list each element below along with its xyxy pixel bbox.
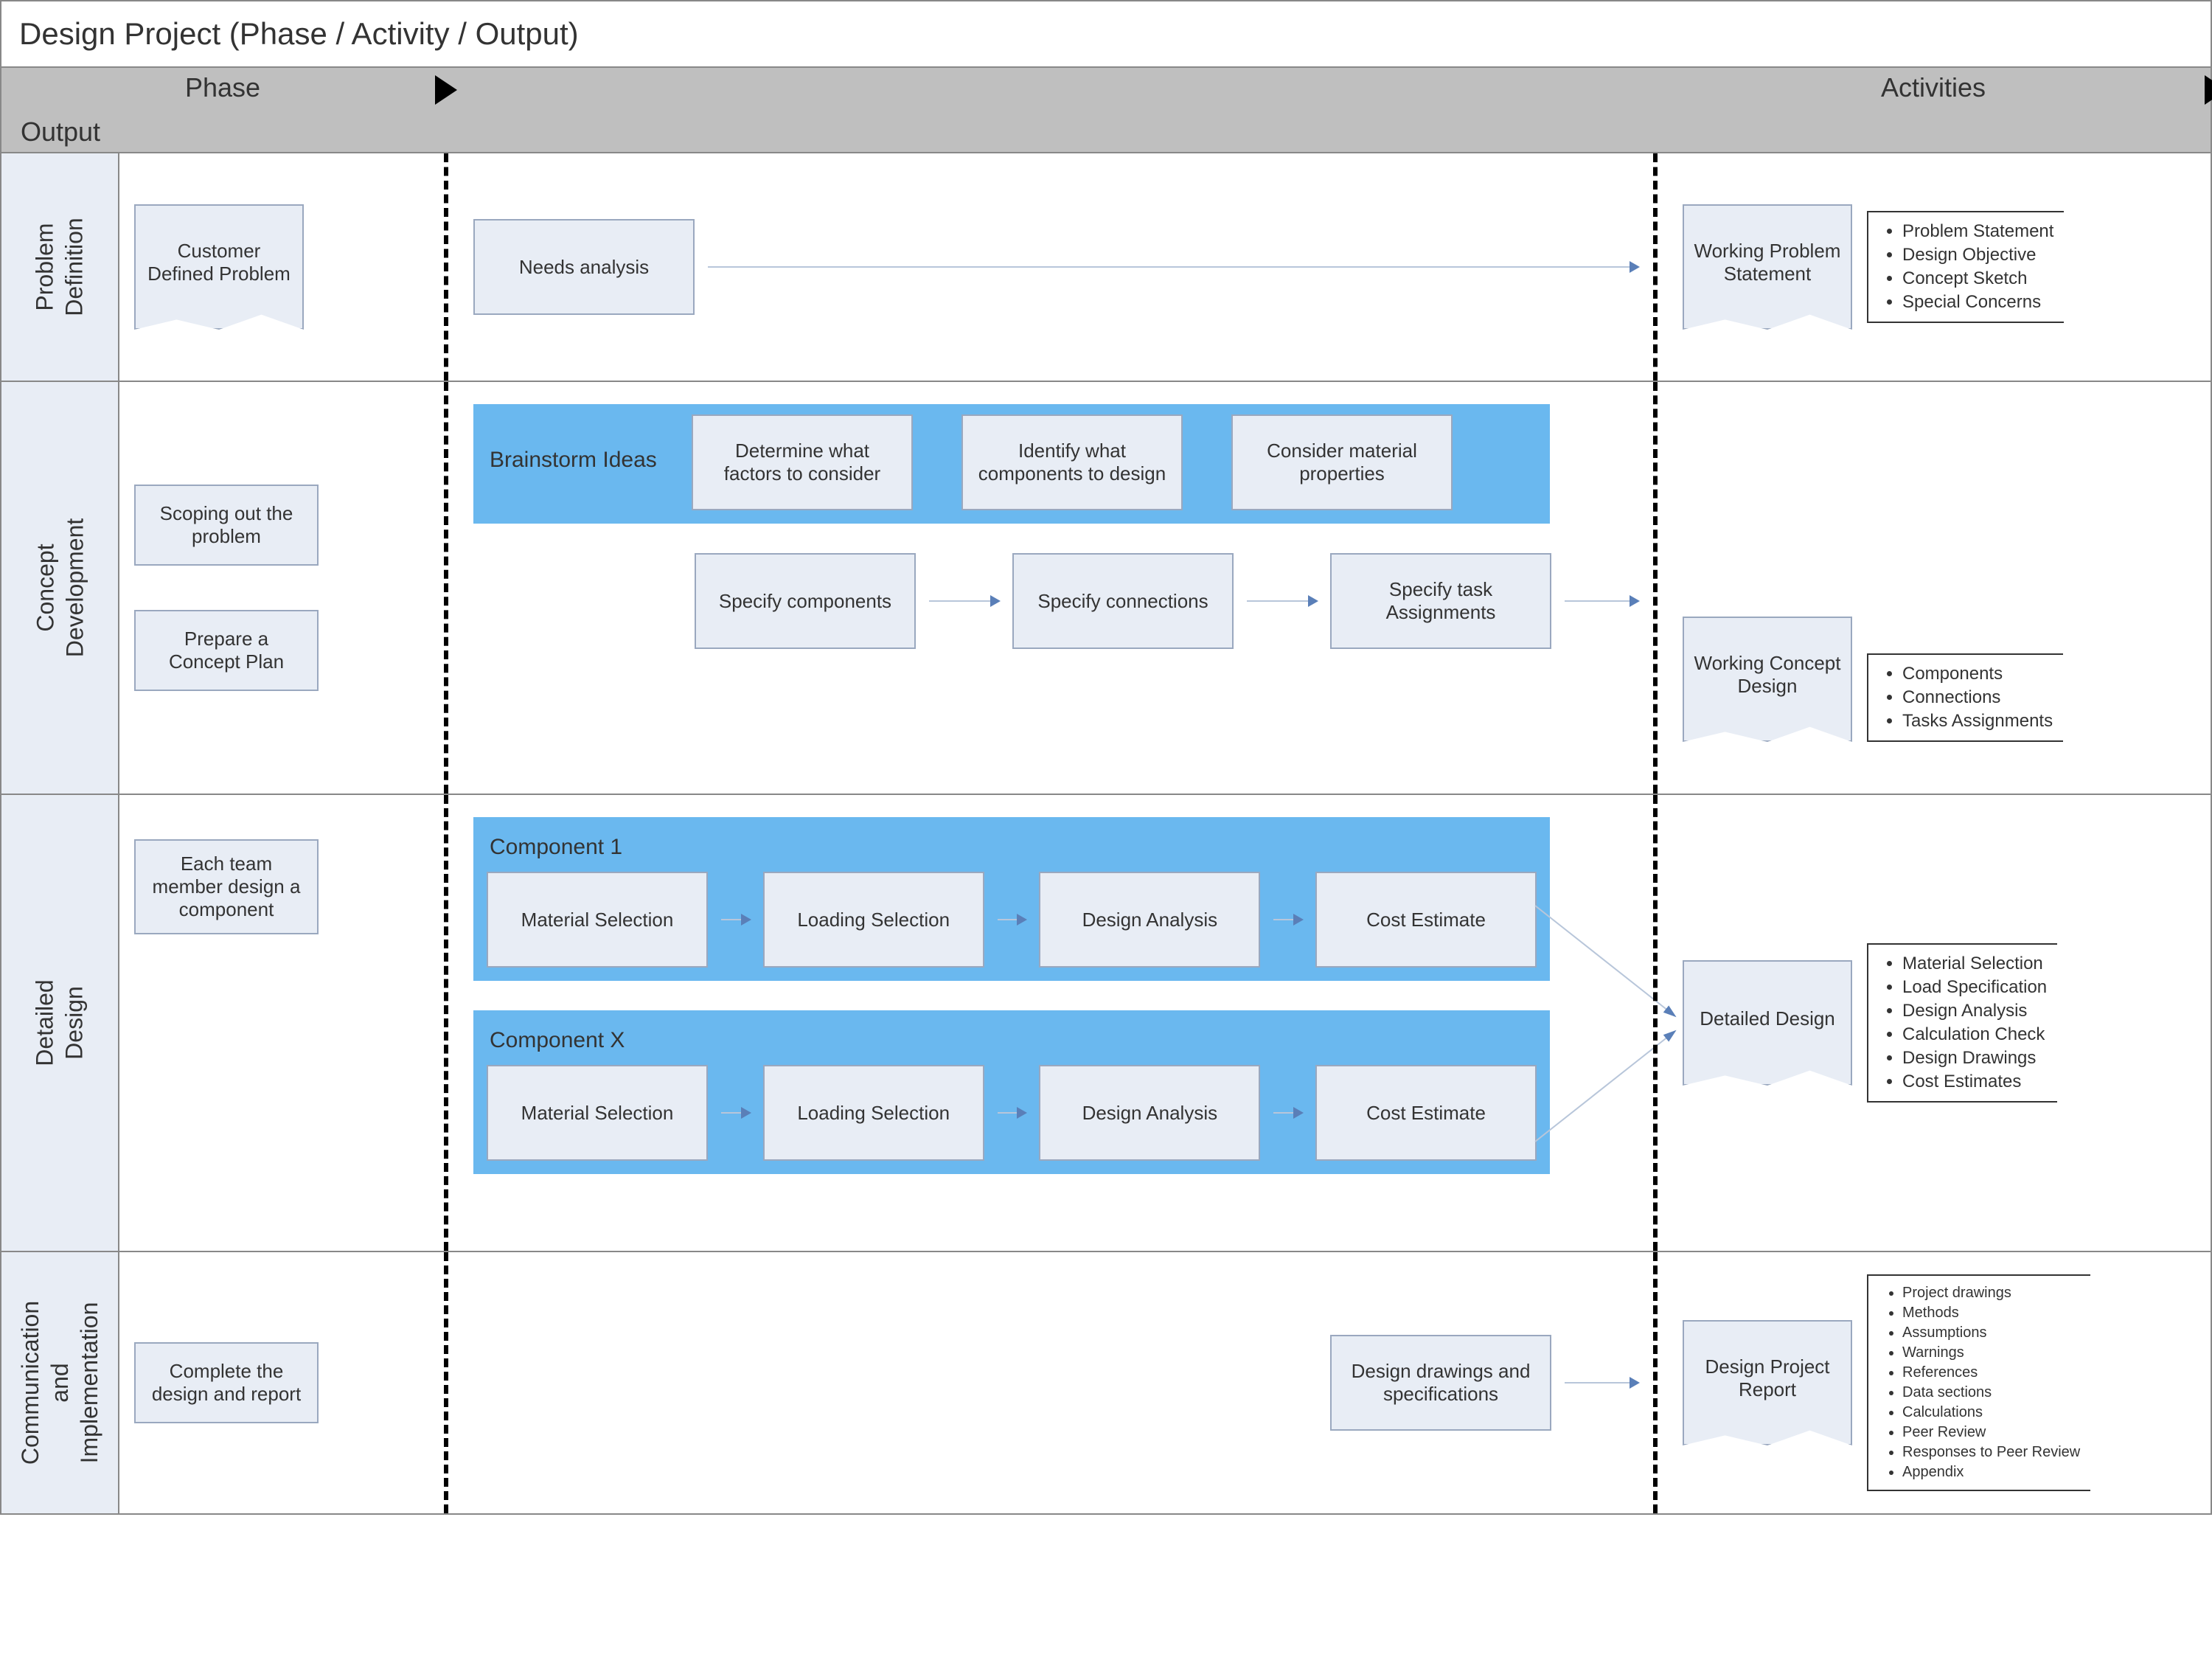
activity-box: Material Selection [487,872,708,968]
lane-divider [444,153,448,381]
group-label: Component X [487,1021,1537,1065]
activity-box: Design Analysis [1039,872,1260,968]
activity-box: Design Analysis [1039,1065,1260,1161]
phase-inputs: Complete the design and report [119,1252,444,1513]
document-box: Working Problem Statement [1683,204,1852,330]
phase-box: Complete the design and report [134,1342,319,1423]
arrow-right-icon [929,600,999,602]
output-lane: Working Problem Statement Problem Statem… [1653,153,2212,381]
arrow-right-icon [1273,1112,1302,1114]
design-project-diagram: Design Project (Phase / Activity / Outpu… [0,0,2212,1515]
document-box: Customer Defined Problem [134,204,304,330]
activity-box: Cost Estimate [1315,872,1537,968]
phase-row-problem-definition: ProblemDefinition Customer Defined Probl… [1,153,2211,382]
lane-divider [1653,795,1658,1251]
arrow-right-icon [1247,600,1317,602]
phase-inputs: Each team member design a component [119,795,444,1251]
arrow-right-icon [1565,600,1638,602]
activity-box: Design drawings and specifications [1330,1335,1551,1431]
document-box: Working Concept Design [1683,617,1852,742]
lane-divider [444,795,448,1251]
lane-divider [1653,153,1658,381]
activity-box: Material Selection [487,1065,708,1161]
lane-divider [1653,382,1658,794]
activity-box: Cost Estimate [1315,1065,1537,1161]
activity-box: Loading Selection [763,872,984,968]
arrow-right-icon [1565,1382,1638,1383]
activity-box: Specify components [695,553,916,649]
header-phase: Phase [1,68,444,112]
arrow-right-icon [721,919,750,920]
activity-box: Specify connections [1012,553,1234,649]
phase-row-communication-implementation: CommunicationandImplementation Complete … [1,1252,2211,1513]
activities-lane: Component 1 Material Selection Loading S… [444,795,1653,1251]
chevron-right-icon [435,75,457,105]
lane-divider [444,1252,448,1513]
header-row: Phase Activities Output [1,68,2211,153]
document-box: Detailed Design [1683,960,1852,1086]
phase-inputs: Customer Defined Problem [119,153,444,381]
activity-box: Loading Selection [763,1065,984,1161]
activity-box: Identify what components to design [961,414,1183,510]
phase-box: Scoping out the problem [134,485,319,566]
activity-box: Determine what factors to consider [692,414,913,510]
document-box: Design Project Report [1683,1320,1852,1445]
arrow-right-icon [1273,919,1302,920]
activities-lane: Brainstorm Ideas Determine what factors … [444,382,1653,794]
output-bullets: Components Connections Tasks Assignments [1867,653,2063,742]
arrow-right-icon [998,1112,1026,1114]
header-output: Output [1,112,119,152]
output-bullets: Material Selection Load Specification De… [1867,943,2057,1103]
arrow-right-icon [998,919,1026,920]
activities-lane: Design drawings and specifications [444,1252,1653,1513]
activity-box: Needs analysis [473,219,695,315]
phase-row-concept-development: ConceptDevelopment Scoping out the probl… [1,382,2211,795]
phase-label: ConceptDevelopment [1,382,119,794]
activities-lane: Needs analysis [444,153,1653,381]
phase-box: Each team member design a component [134,839,319,934]
phase-label: ProblemDefinition [1,153,119,381]
arrow-right-icon [708,266,1638,268]
activity-box: Consider material properties [1231,414,1453,510]
phase-box: Prepare a Concept Plan [134,610,319,691]
component-group: Component X Material Selection Loading S… [473,1010,1550,1174]
component-group: Component 1 Material Selection Loading S… [473,817,1550,981]
phase-inputs: Scoping out the problem Prepare a Concep… [119,382,444,794]
group-label: Component 1 [487,827,1537,872]
chevron-right-icon [2205,75,2212,105]
output-lane: Working Concept Design Components Connec… [1653,382,2212,794]
lane-divider [1653,1252,1658,1513]
output-lane: Detailed Design Material Selection Load … [1653,795,2212,1251]
header-activities: Activities [1653,68,2212,112]
diagram-title: Design Project (Phase / Activity / Outpu… [1,1,2211,68]
group-label: Brainstorm Ideas [487,440,678,485]
activity-box: Specify task Assignments [1330,553,1551,649]
phase-row-detailed-design: DetailedDesign Each team member design a… [1,795,2211,1252]
output-lane: Design Project Report Project drawings M… [1653,1252,2212,1513]
arrow-right-icon [721,1112,750,1114]
lane-divider [444,382,448,794]
phase-label: DetailedDesign [1,795,119,1251]
phase-label: CommunicationandImplementation [1,1252,119,1513]
output-bullets: Project drawings Methods Assumptions War… [1867,1274,2090,1491]
brainstorm-group: Brainstorm Ideas Determine what factors … [473,404,1550,524]
output-bullets: Problem Statement Design Objective Conce… [1867,211,2064,323]
